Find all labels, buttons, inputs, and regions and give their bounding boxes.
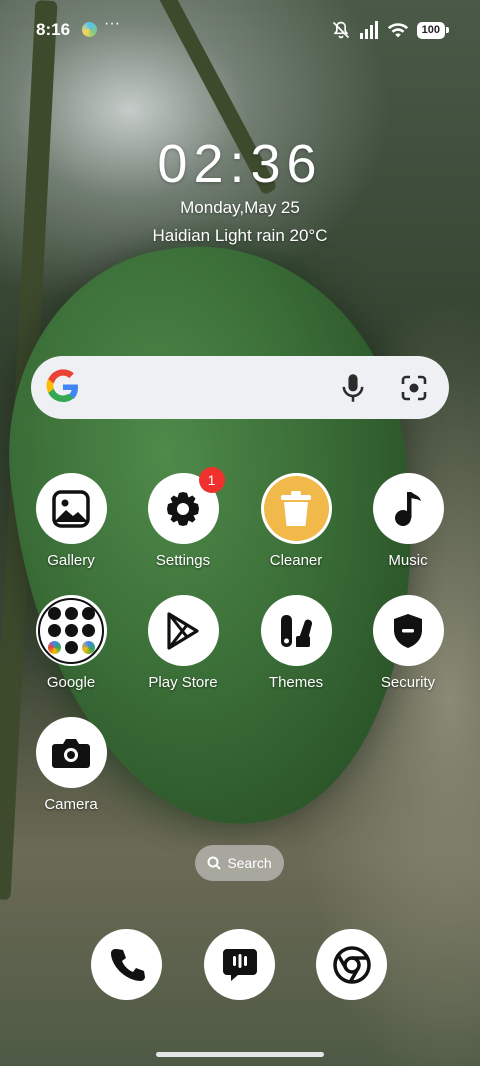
music-note-icon: [372, 473, 444, 544]
app-settings[interactable]: 1 Settings: [128, 467, 238, 569]
clock[interactable]: 02:36: [0, 133, 480, 195]
app-label: Security: [380, 674, 436, 691]
home-gesture-bar[interactable]: [156, 1052, 324, 1057]
messages-icon: [222, 948, 257, 981]
notification-badge: 1: [198, 467, 225, 493]
app-music[interactable]: Music: [353, 473, 463, 569]
google-search-bar[interactable]: [31, 356, 449, 419]
drawer-search-label: Search: [227, 855, 272, 871]
app-cleaner[interactable]: Cleaner: [241, 473, 351, 569]
google-logo-icon: [46, 369, 78, 402]
camera-icon: [35, 717, 107, 788]
app-play-store[interactable]: Play Store: [128, 595, 238, 691]
google-folder-icon: [35, 595, 107, 666]
app-camera[interactable]: Camera: [16, 717, 126, 813]
dock-messages[interactable]: [204, 929, 275, 1000]
cleaner-trash-icon: [260, 473, 332, 544]
app-label: Google: [46, 674, 96, 691]
security-shield-icon: [372, 595, 444, 666]
phone-icon: [110, 948, 145, 981]
app-label: Themes: [268, 674, 324, 691]
settings-gear-icon: 1: [147, 467, 225, 544]
date-text: Monday,May 25: [180, 198, 300, 217]
app-security[interactable]: Security: [353, 595, 463, 691]
app-gallery[interactable]: Gallery: [16, 473, 126, 569]
weather-text[interactable]: Haidian Light rain 20°C: [0, 226, 480, 246]
app-label: Settings: [155, 552, 211, 569]
app-label: Music: [388, 552, 428, 569]
signal-icon: [359, 21, 378, 39]
gallery-icon: [35, 473, 107, 544]
themes-icon: [260, 595, 332, 666]
status-time: 8:16: [36, 20, 71, 39]
battery-indicator: 100: [416, 21, 450, 39]
search-icon: [207, 856, 222, 870]
mute-icon: [332, 21, 349, 39]
wifi-icon: [387, 23, 408, 38]
app-drawer-search-button[interactable]: Search: [195, 845, 284, 881]
app-label: Camera: [44, 796, 98, 813]
dock-chrome[interactable]: [316, 929, 387, 1000]
app-label: Gallery: [47, 552, 95, 569]
app-google-folder[interactable]: Google: [16, 595, 126, 691]
app-themes[interactable]: Themes: [241, 595, 351, 691]
status-bar: 8:16 ··· 100: [0, 0, 480, 60]
dock-phone[interactable]: [91, 929, 162, 1000]
google-lens-icon[interactable]: [400, 374, 428, 402]
app-label: Cleaner: [269, 552, 323, 569]
chrome-icon: [332, 945, 371, 984]
play-store-icon: [147, 595, 219, 666]
notification-app-icon: [82, 22, 97, 37]
more-notifications-icon: ···: [104, 15, 120, 32]
microphone-icon[interactable]: [339, 372, 367, 404]
app-label: Play Store: [148, 674, 218, 691]
